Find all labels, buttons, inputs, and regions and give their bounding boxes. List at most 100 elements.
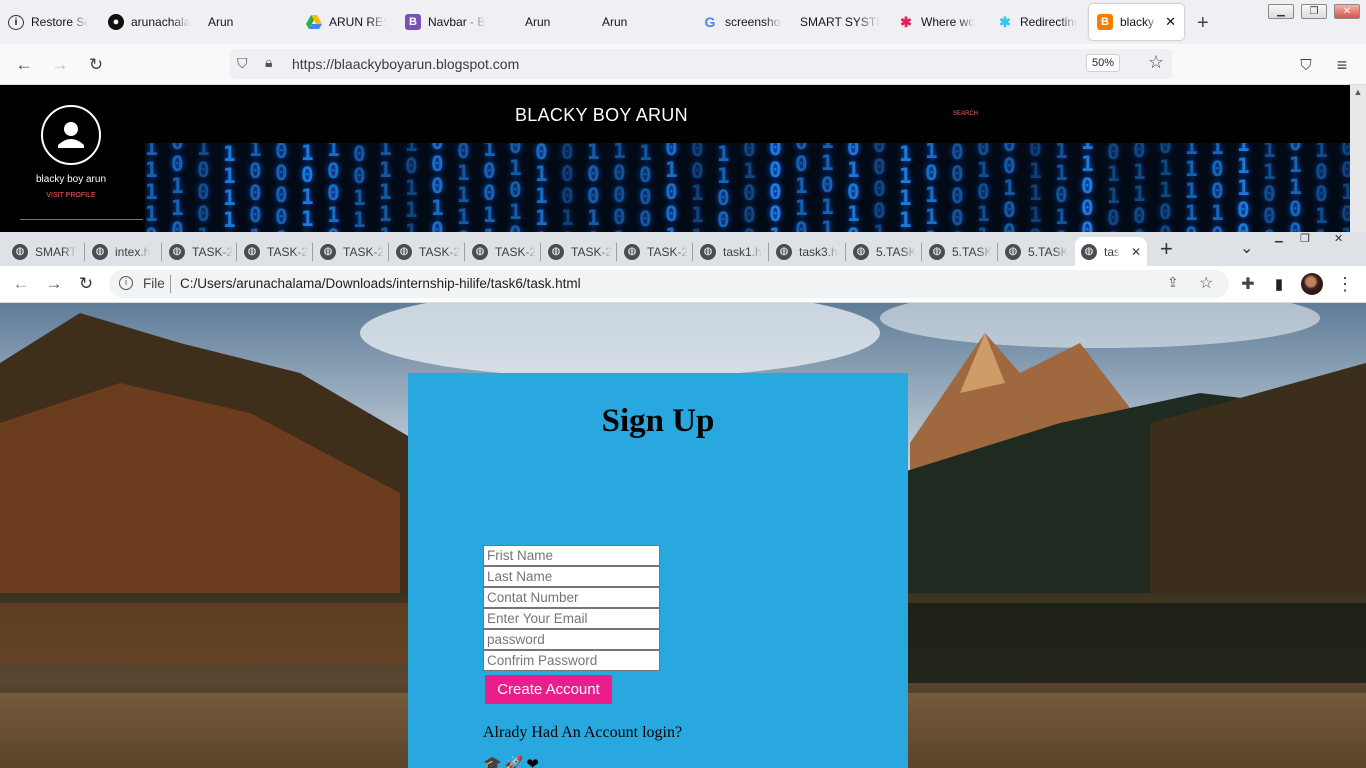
tab-label: 5.TASK [952,244,993,259]
firefox-tab-drive[interactable]: ARUN RES [306,4,386,40]
contact-number-input[interactable] [483,587,660,608]
firefox-tab-slack-1[interactable]: ✱ Where wo [898,4,978,40]
bookmark-star-icon[interactable]: ☆ [1148,52,1164,73]
google-drive-icon [306,14,322,30]
chrome-tab[interactable]: ◍ SMART [6,237,84,266]
matrix-digit-column: 1 1 0 0 0 [717,143,730,232]
chrome-tab[interactable]: ◍ TASK-2 [618,237,692,266]
chrome-tab[interactable]: ◍ TASK-2 [466,237,540,266]
login-link[interactable]: Alrady Had An Account login? [483,724,682,742]
restore-icon[interactable]: ❐ [1300,232,1310,245]
matrix-digit-column: 0 1 0 1 0 [509,143,522,232]
tab-label: TASK-2 [647,244,689,259]
forward-icon[interactable]: → [49,54,71,76]
tab-label: TASK-2 [343,244,385,259]
blog-title[interactable]: BLACKY BOY ARUN [515,105,688,126]
shield-icon[interactable]: ⛉ [237,55,248,72]
matrix-digit-column: 1 0 0 0 1 [613,143,626,232]
chrome-tab[interactable]: ◍ TASK-2 [542,237,616,266]
divider [170,275,171,293]
firefox-tab-arun-3[interactable]: Arun [602,4,652,40]
divider [20,219,143,220]
first-name-input[interactable] [483,545,660,566]
reload-icon[interactable]: ↻ [75,273,97,295]
lock-icon[interactable]: 🔒︎ [265,54,272,71]
extensions-icon[interactable]: ✚ [1237,273,1259,295]
password-input[interactable] [483,629,660,650]
chrome-tab[interactable]: ◍ 5.TASK [847,237,921,266]
profile-avatar[interactable] [41,105,101,165]
chrome-nav-bar: ← → ↻ i File C:/Users/arunachalama/Downl… [0,266,1366,303]
matrix-digit-column: 0 1 1 1 0 [457,143,470,232]
firefox-tab-github[interactable]: ● arunachala [108,4,190,40]
confirm-password-input[interactable] [483,650,660,671]
bookmark-star-icon[interactable]: ☆ [1199,273,1213,293]
firefox-tab-slack-2[interactable]: ✱ Redirecting [997,4,1077,40]
chrome-tab[interactable]: ◍ 5.TASK [923,237,997,266]
firefox-tab-restore[interactable]: i Restore Se [8,4,88,40]
chrome-tab-active[interactable]: ◍ tas ✕ [1075,237,1147,266]
globe-icon: ◍ [1005,243,1021,260]
email-input[interactable] [483,608,660,629]
chrome-menu-icon[interactable]: ⋮ [1334,273,1356,295]
firefox-tab-arun-1[interactable]: Arun [208,4,258,40]
matrix-digit-column: 0 0 0 0 0 [275,143,288,232]
back-icon[interactable]: ← [13,54,35,76]
blog-search-link[interactable]: SEARCH [953,111,978,117]
url-text[interactable]: https://blaackyboyarun.blogspot.com [292,56,519,72]
slack-icon: ✱ [999,13,1011,30]
chrome-tab[interactable]: ◍ TASK-2 [238,237,312,266]
tab-separator [464,243,465,261]
social-icons[interactable]: 🎓🚀❤ [483,755,542,768]
minimize-icon[interactable]: ▁ [1275,232,1283,243]
new-tab-icon[interactable]: + [1197,12,1209,35]
firefox-nav-bar: ← → ↻ ⛉ 🔒︎ https://blaackyboyarun.blogsp… [0,44,1366,85]
chrome-tab[interactable]: ◍ task1.h [694,237,768,266]
share-icon[interactable]: ⇪ [1167,274,1179,291]
zoom-indicator[interactable]: 50% [1085,54,1120,72]
info-icon[interactable]: i [119,276,133,290]
last-name-input[interactable] [483,566,660,587]
firefox-tab-blogger-active[interactable]: B blacky b ✕ [1089,4,1184,40]
globe-icon: ◍ [929,243,945,260]
firefox-tab-arun-2[interactable]: Arun [525,4,575,40]
create-account-button[interactable]: Create Account [485,675,612,704]
side-panel-icon[interactable]: ▮ [1268,273,1290,295]
firefox-url-bar[interactable]: ⛉ 🔒︎ https://blaackyboyarun.blogspot.com… [230,49,1172,79]
chrome-tab[interactable]: ◍ TASK-2 [163,237,236,266]
matrix-digit-column: 0 0 1 0 1 [1341,143,1350,232]
close-tab-icon[interactable]: ✕ [1131,245,1141,259]
minimize-icon[interactable]: ▁ [1268,4,1294,19]
restore-icon[interactable]: ❐ [1301,4,1327,19]
url-text[interactable]: C:/Users/arunachalama/Downloads/internsh… [180,276,581,291]
chrome-tab[interactable]: ◍ TASK-2 [314,237,388,266]
visit-profile-link[interactable]: VISIT PROFILE [0,192,142,199]
globe-icon: ◍ [244,243,260,260]
forward-icon[interactable]: → [43,273,65,295]
menu-icon[interactable]: ≡ [1331,54,1353,76]
close-tab-icon[interactable]: ✕ [1165,14,1176,30]
chrome-tab[interactable]: ◍ intex.h [86,237,161,266]
close-window-icon[interactable]: ✕ [1334,4,1360,19]
chrome-tab[interactable]: ◍ TASK-2 [390,237,464,266]
new-tab-icon[interactable]: + [1160,236,1173,262]
back-icon[interactable]: ← [10,273,32,295]
globe-icon: ◍ [853,243,869,260]
chrome-tab[interactable]: ◍ task3.h [770,237,845,266]
tab-separator [312,243,313,261]
firefox-tab-google[interactable]: G screenshot [702,4,782,40]
tab-search-icon[interactable]: ⌄ [1240,238,1253,258]
matrix-digit-column: 0 0 1 0 0 [1003,143,1016,232]
profile-avatar[interactable] [1301,273,1323,295]
reload-icon[interactable]: ↻ [85,54,107,76]
bootstrap-icon: B [405,14,421,30]
firefox-tab-bootstrap[interactable]: B Navbar · B [405,4,485,40]
chrome-omnibox[interactable]: i File C:/Users/arunachalama/Downloads/i… [109,270,1229,298]
blog-page: blacky boy arun VISIT PROFILE BLACKY BOY… [0,85,1350,232]
pocket-icon[interactable]: ⛉ [1295,54,1317,76]
firefox-tab-smart[interactable]: SMART SYSTE [800,4,880,40]
close-window-icon[interactable]: ✕ [1334,232,1343,245]
chrome-tab[interactable]: ◍ 5.TASK [999,237,1073,266]
blog-scrollbar[interactable]: ▲ [1350,85,1366,232]
matrix-digit-column: 1 0 1 1 1 [925,143,938,232]
